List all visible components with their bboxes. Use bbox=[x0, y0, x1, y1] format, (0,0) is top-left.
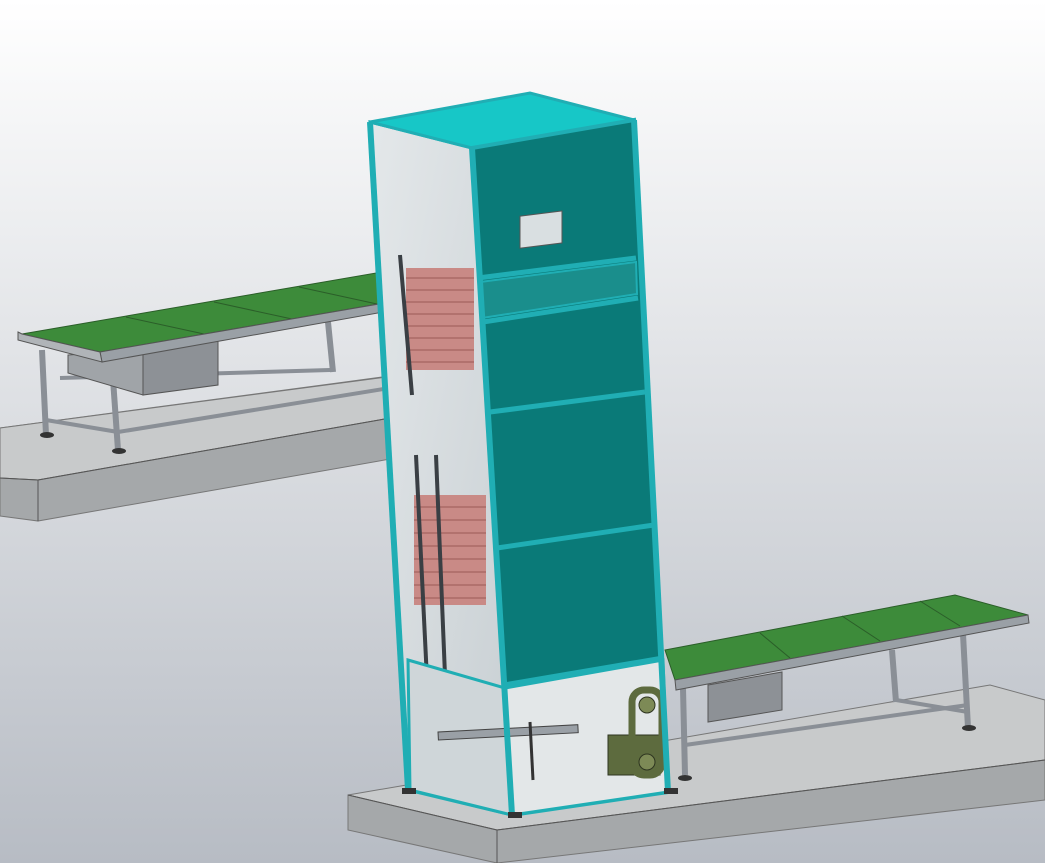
upper-platform-left bbox=[0, 477, 39, 522]
cad-model-scene[interactable] bbox=[0, 0, 1045, 863]
elevator-tower[interactable] bbox=[367, 91, 678, 818]
cad-viewport[interactable] bbox=[0, 0, 1045, 863]
